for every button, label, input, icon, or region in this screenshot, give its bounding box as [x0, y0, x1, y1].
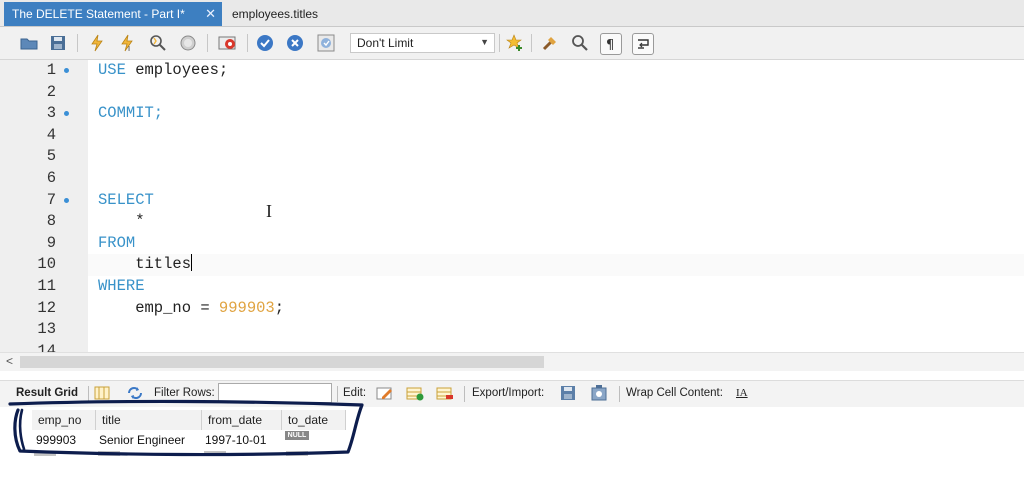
- refresh-icon[interactable]: [126, 385, 142, 401]
- limit-value: Don't Limit: [357, 36, 414, 50]
- sql-editor[interactable]: 1 USE employees; 2 3 COMMIT; 4 5 6 7 SEL…: [0, 60, 1024, 352]
- code-line: 5: [46, 147, 56, 166]
- filter-rows-label: Filter Rows:: [154, 387, 215, 399]
- save-icon[interactable]: [48, 33, 68, 53]
- code-line: 2: [46, 82, 56, 101]
- new-row-placeholder: [98, 451, 120, 456]
- text-caret: [191, 254, 193, 272]
- execute-current-icon[interactable]: I: [117, 33, 137, 53]
- chevron-down-icon: ▼: [480, 37, 489, 47]
- svg-text:¶: ¶: [606, 38, 614, 51]
- cell-title[interactable]: Senior Engineer: [93, 430, 202, 450]
- cell-emp-no[interactable]: 999903: [30, 430, 96, 450]
- sql-editor-toolbar: I Don't Limit ▼ ¶: [0, 27, 1024, 60]
- rollback-icon[interactable]: [285, 33, 305, 53]
- tab-employees-titles[interactable]: employees.titles: [230, 2, 318, 26]
- insert-row-icon[interactable]: [406, 385, 424, 401]
- code-line: 1 USE employees;: [46, 61, 229, 79]
- code-line: 11 WHERE: [37, 277, 145, 295]
- export-icon[interactable]: [560, 385, 576, 401]
- result-grid-tab[interactable]: Result Grid: [16, 387, 78, 399]
- autocommit-icon[interactable]: [316, 33, 336, 53]
- null-badge[interactable]: NULL: [285, 431, 309, 440]
- column-header-to-date[interactable]: to_date: [282, 410, 346, 430]
- code-line: 8 *: [46, 212, 145, 231]
- code-line: 4: [46, 125, 56, 144]
- tab-label: employees.titles: [232, 7, 319, 21]
- code-line: 7 SELECT: [46, 190, 154, 209]
- new-row-placeholder: [204, 451, 226, 456]
- statement-marker-icon: [64, 197, 69, 203]
- code-line: 14: [37, 341, 56, 352]
- export-import-label: Export/Import:: [472, 387, 545, 399]
- result-grid-toolbar: Result Grid Filter Rows: Edit: Export/Im…: [0, 380, 1024, 408]
- limit-rows-select[interactable]: Don't Limit ▼: [350, 33, 495, 53]
- tab-delete-statement[interactable]: The DELETE Statement - Part I* ✕: [4, 2, 222, 26]
- code-line: 12 emp_no = 999903;: [37, 298, 285, 317]
- column-header-from-date[interactable]: from_date: [202, 410, 282, 430]
- svg-text:I: I: [128, 45, 130, 52]
- new-row-placeholder: [34, 451, 56, 456]
- scrollbar-thumb[interactable]: [20, 356, 544, 368]
- find-icon[interactable]: [570, 33, 590, 53]
- edit-row-icon[interactable]: [376, 385, 392, 401]
- stop-icon[interactable]: [178, 33, 198, 53]
- edit-label: Edit:: [343, 387, 367, 399]
- statement-marker-icon: [64, 111, 69, 117]
- code-line: 9 FROM: [46, 233, 136, 252]
- toggle-stop-on-error-icon[interactable]: [217, 33, 237, 53]
- close-tab-icon[interactable]: ✕: [205, 6, 216, 22]
- scroll-left-icon[interactable]: <: [6, 354, 13, 368]
- cell-from-date[interactable]: 1997-10-01: [199, 430, 282, 450]
- code-line: 10 titles: [37, 254, 193, 274]
- editor-horizontal-scrollbar[interactable]: <: [0, 352, 1024, 371]
- code-line: 3 COMMIT;: [46, 104, 164, 123]
- result-grid[interactable]: emp_no title from_date to_date 999903 Se…: [0, 407, 1024, 478]
- grid-columns-icon[interactable]: [94, 385, 110, 401]
- wrap-cell-toggle-icon[interactable]: IA: [736, 387, 748, 399]
- wrap-cell-label: Wrap Cell Content:: [626, 387, 723, 399]
- mouse-ibeam-cursor-icon: I: [266, 201, 272, 221]
- editor-tab-bar: The DELETE Statement - Part I* ✕ employe…: [0, 0, 1024, 27]
- statement-marker-icon: [64, 68, 69, 73]
- import-icon[interactable]: [591, 385, 607, 401]
- new-row-placeholder: [286, 451, 308, 456]
- delete-row-icon[interactable]: [436, 385, 453, 401]
- column-header-emp-no[interactable]: emp_no: [32, 410, 96, 430]
- commit-icon[interactable]: [255, 33, 275, 53]
- explain-icon[interactable]: [148, 33, 168, 53]
- invisible-chars-icon[interactable]: ¶: [600, 33, 622, 55]
- filter-rows-input[interactable]: [218, 383, 332, 403]
- open-folder-icon[interactable]: [19, 33, 39, 53]
- bookmark-star-icon[interactable]: [505, 33, 525, 53]
- code-line: 13: [37, 320, 56, 339]
- column-header-title[interactable]: title: [96, 410, 202, 430]
- code-line: 6: [46, 169, 56, 187]
- execute-icon[interactable]: [87, 33, 107, 53]
- word-wrap-icon[interactable]: [632, 33, 654, 55]
- beautify-icon[interactable]: [540, 33, 560, 53]
- tab-label: The DELETE Statement - Part I*: [12, 7, 185, 21]
